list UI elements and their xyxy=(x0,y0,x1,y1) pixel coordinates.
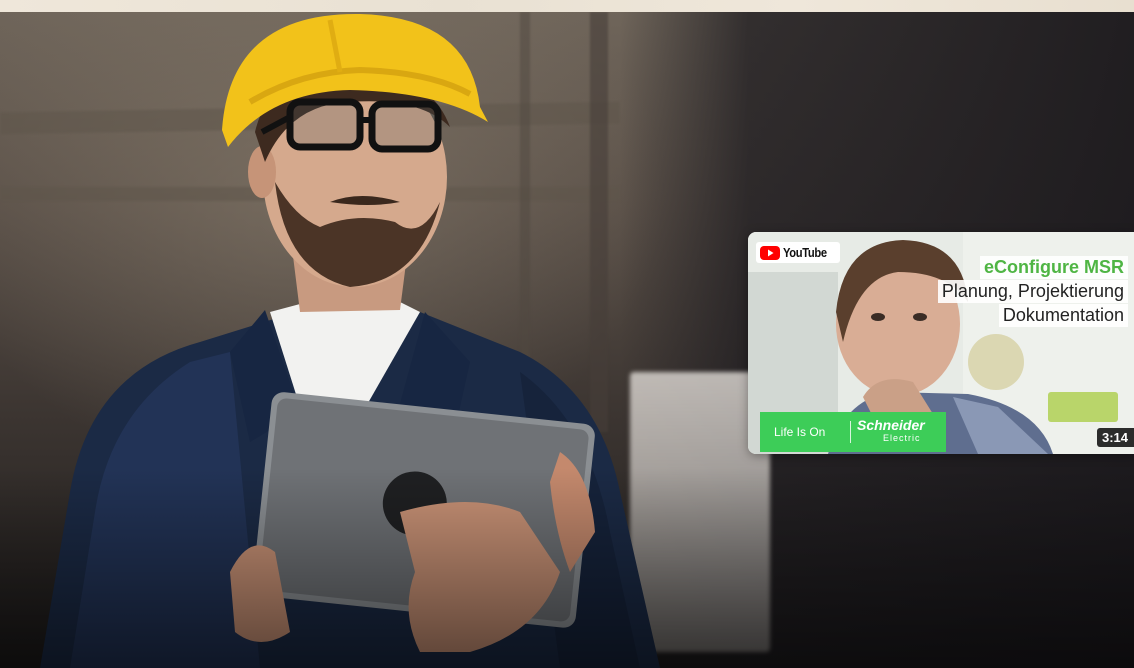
brand-name: Schneider xyxy=(857,417,925,433)
page: YouTube eConfigure MSR Planung, Projekti… xyxy=(0,0,1134,668)
brand-logo: Schneider Electric xyxy=(857,417,925,445)
tagline: Life Is On xyxy=(774,425,826,439)
youtube-badge: YouTube xyxy=(756,242,840,263)
video-title-line-2: Planung, Projektierung xyxy=(937,280,1128,303)
video-title-line-3: Dokumentation xyxy=(998,304,1128,327)
video-duration: 3:14 xyxy=(1096,428,1134,447)
brand-bar: Life Is On Schneider Electric xyxy=(760,412,946,452)
brand-sub: Electric xyxy=(883,433,921,443)
youtube-label: YouTube xyxy=(783,245,827,260)
video-title-line-1: eConfigure MSR xyxy=(979,256,1128,279)
video-title: eConfigure MSR Planung, Projektierung Do… xyxy=(937,256,1128,328)
youtube-play-icon xyxy=(760,245,780,260)
brand-divider xyxy=(850,421,851,443)
top-strip xyxy=(0,0,1134,12)
youtube-video-card[interactable]: YouTube eConfigure MSR Planung, Projekti… xyxy=(748,232,1134,454)
bottom-shade xyxy=(0,468,1134,668)
